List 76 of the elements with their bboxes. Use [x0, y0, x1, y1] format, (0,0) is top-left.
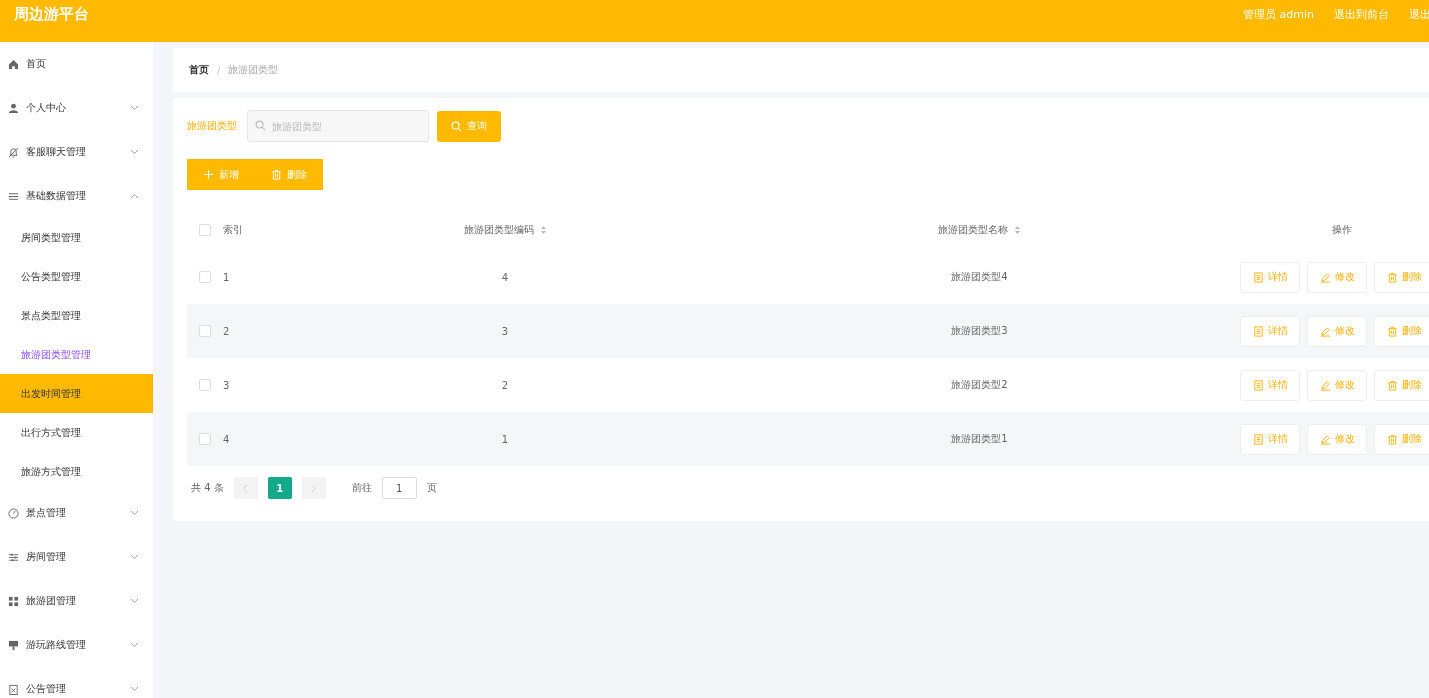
trash-icon: [1386, 433, 1398, 445]
table-cell: 旅游团类型3: [951, 325, 1008, 336]
sidebar-item[interactable]: 游玩路线管理: [0, 623, 153, 667]
trash-icon: [271, 169, 282, 180]
document-icon: [1252, 379, 1264, 391]
person-icon: [8, 102, 19, 114]
sidebar-item[interactable]: 个人中心: [0, 86, 153, 130]
column-header: 操作: [1332, 224, 1352, 235]
sidebar-item[interactable]: 旅游团管理: [0, 579, 153, 623]
next-page-button[interactable]: [301, 477, 326, 499]
table-cell: 1: [501, 433, 509, 445]
table-cell: 旅游团类型2: [951, 379, 1008, 390]
pen-icon: [1319, 379, 1331, 391]
column-header[interactable]: 旅游团类型名称: [938, 224, 1008, 235]
sidebar-subitem[interactable]: 景点类型管理: [0, 296, 153, 335]
sidebar-subitem[interactable]: 出行方式管理: [0, 413, 153, 452]
bell-off-icon: [8, 146, 19, 158]
row-checkbox[interactable]: [198, 325, 211, 337]
goto-label: 前往: [351, 481, 372, 495]
user-label: 管理员 admin: [1243, 6, 1314, 22]
table-cell: 4: [223, 433, 230, 445]
column-header: 索引: [223, 224, 243, 235]
sidebar-item[interactable]: 景点管理: [0, 491, 153, 535]
table-cell: 旅游团类型4: [951, 271, 1008, 282]
breadcrumb-separator: /: [217, 64, 221, 76]
trash-icon: [1386, 325, 1398, 337]
pen-icon: [1319, 271, 1331, 283]
sliders-icon: [8, 551, 19, 563]
breadcrumb-item: 旅游团类型: [228, 63, 279, 77]
sidebar-subitem[interactable]: 出发时间管理: [0, 374, 153, 413]
table-cell: 1: [223, 271, 230, 283]
home-icon: [8, 58, 19, 70]
sidebar-subitem[interactable]: 房间类型管理: [0, 218, 153, 257]
table-cell: 2: [223, 325, 230, 337]
list-icon: [8, 190, 19, 202]
sidebar-item[interactable]: 房间管理: [0, 535, 153, 579]
search-icon: [451, 120, 462, 132]
page-unit-label: 页: [426, 481, 437, 495]
sidebar-subitem[interactable]: 旅游方式管理: [0, 452, 153, 491]
pen-icon: [1319, 433, 1331, 445]
row-checkbox[interactable]: [198, 433, 211, 445]
breadcrumb-item[interactable]: 首页: [189, 63, 209, 77]
table-cell: 2: [501, 379, 509, 391]
table-cell: 3: [223, 379, 230, 391]
grid-icon: [8, 595, 19, 607]
total-count: 共 4 条: [191, 481, 224, 495]
document-icon: [1252, 271, 1264, 283]
sidebar-item[interactable]: 基础数据管理: [0, 174, 153, 218]
row-checkbox[interactable]: [198, 379, 211, 391]
sidebar-item[interactable]: 首页: [0, 42, 153, 86]
compass-icon: [8, 507, 19, 519]
sidebar-subitem[interactable]: 公告类型管理: [0, 257, 153, 296]
clipboard-icon: [8, 683, 19, 695]
previous-page-button[interactable]: [233, 477, 258, 499]
trash-icon: [1386, 379, 1398, 391]
sidebar-subitem[interactable]: 旅游团类型管理: [0, 335, 153, 374]
table-cell: 3: [501, 325, 509, 337]
sort-icon[interactable]: [1014, 225, 1021, 235]
page-input[interactable]: 1: [381, 477, 417, 499]
sidebar-item[interactable]: 客服聊天管理: [0, 130, 153, 174]
search-label: 旅游团类型: [187, 119, 237, 133]
pen-icon: [1319, 325, 1331, 337]
sidebar-item[interactable]: 公告管理: [0, 667, 153, 698]
column-header[interactable]: 旅游团类型编码: [463, 224, 534, 235]
document-icon: [1252, 325, 1264, 337]
trash-icon: [1386, 271, 1398, 283]
table-cell: 4: [501, 271, 509, 283]
table-cell: 旅游团类型1: [951, 433, 1008, 444]
search-icon: [255, 120, 266, 131]
sort-icon[interactable]: [539, 225, 547, 235]
monitor-icon: [8, 639, 19, 651]
app-title: 周边游平台: [14, 4, 90, 24]
plus-icon: [203, 169, 214, 180]
document-icon: [1252, 433, 1264, 445]
row-checkbox[interactable]: [198, 271, 211, 283]
select-all-checkbox[interactable]: [198, 224, 211, 236]
